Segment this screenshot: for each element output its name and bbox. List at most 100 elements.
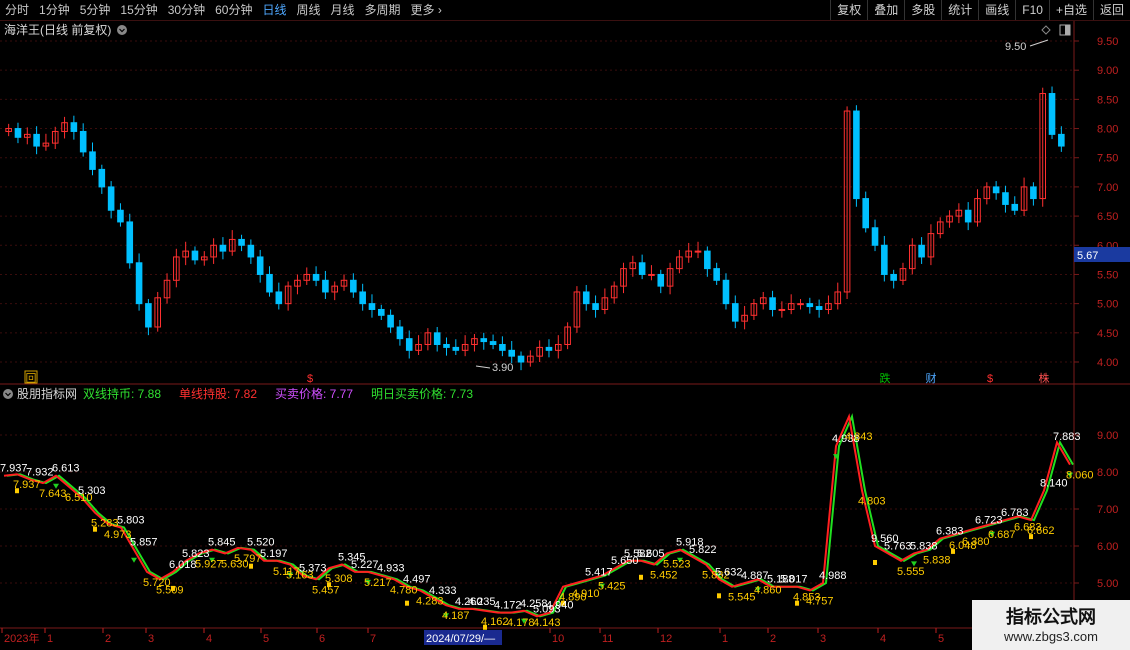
candle-body xyxy=(890,273,897,281)
candle-body xyxy=(992,186,1000,194)
indicator-value-label: 4.803 xyxy=(858,496,886,508)
price-axis-label: 8.50 xyxy=(1097,94,1118,106)
candle-body xyxy=(350,279,357,293)
candle-body xyxy=(769,297,776,310)
signal-arrow xyxy=(717,593,721,599)
candle-body xyxy=(582,291,590,305)
low-annotation: 3.90 xyxy=(492,362,513,374)
price-axis-label: 8.00 xyxy=(1097,124,1118,136)
candle-body xyxy=(862,198,870,229)
candle-body xyxy=(33,133,40,147)
indicator-value-label: 6.687 xyxy=(988,529,1016,541)
stock-chart[interactable]: 7.9377.9377.9327.6436.6136.5105.3035.283… xyxy=(0,0,1130,650)
signal-arrow xyxy=(873,560,877,565)
price-axis-label: 7.00 xyxy=(1097,182,1118,194)
indicator-axis: 9.00 8.00 7.00 6.00 5.00 xyxy=(1074,430,1118,590)
candle-body xyxy=(508,349,516,357)
date-axis-label: 12 xyxy=(660,633,672,645)
candle-body xyxy=(731,303,739,322)
signal-arrow xyxy=(639,574,643,580)
signal-arrow xyxy=(131,557,137,563)
event-marker[interactable]: 财 xyxy=(926,371,937,385)
chart-title-dropdown-icon[interactable] xyxy=(117,25,127,35)
candle-body xyxy=(918,244,925,258)
date-axis-label: 1 xyxy=(722,633,728,645)
date-axis-label: 1 xyxy=(47,633,53,645)
date-axis-label: 5 xyxy=(938,633,944,645)
candle-body xyxy=(853,110,860,200)
date-axis-label: 2 xyxy=(770,633,776,645)
indicator-value-label: 5.373 xyxy=(299,563,327,575)
indicator-value-label: 5.822 xyxy=(689,544,717,556)
indicator-value-label: 5.857 xyxy=(130,537,158,549)
indicator-value-label: 8.060 xyxy=(1066,470,1094,482)
event-marker[interactable]: 回 xyxy=(26,372,37,385)
indicator-value-label: 7.937 xyxy=(13,479,41,491)
date-axis-label: 10 xyxy=(552,633,564,645)
indicator-value-label: 5.017 xyxy=(780,574,808,586)
event-markers: 回 $ 跌 财 $ 株 xyxy=(24,370,1050,385)
price-axis-label: 6.50 xyxy=(1097,211,1118,223)
candle-body xyxy=(191,250,199,261)
candle-body xyxy=(704,250,711,270)
event-marker[interactable]: $ xyxy=(307,373,313,385)
candle-body xyxy=(694,250,702,253)
event-marker[interactable]: 跌 xyxy=(880,371,891,385)
date-axis-label: 2 xyxy=(105,633,111,645)
event-marker[interactable]: 株 xyxy=(1039,371,1050,385)
indicator-value-label: 4.235 xyxy=(468,596,496,608)
candle-body xyxy=(107,186,115,211)
candle-body xyxy=(14,128,22,138)
indicator-value-label: 5.838 xyxy=(923,555,951,567)
price-axis-label: 7.50 xyxy=(1097,153,1118,165)
candle-body xyxy=(443,343,450,348)
indicator-legend: 双线持币: 7.88 单线持股: 7.82 买卖价格: 7.77 明日买卖价格: 7.… xyxy=(83,386,473,401)
candle-body xyxy=(433,332,441,345)
candle-body xyxy=(377,308,385,316)
price-axis-label: 5.00 xyxy=(1097,299,1118,311)
indicator-value-label: 6.380 xyxy=(962,536,990,548)
candle-body xyxy=(499,343,506,351)
date-axis: 2023年 1 2 3 4 5 6 7 2024/07/29/— 10 11 12 1 2 3 4 5 xyxy=(1,628,944,645)
indicator-value-label: 5.452 xyxy=(650,570,678,582)
event-marker[interactable]: $ xyxy=(987,373,993,385)
date-axis-label: 5 xyxy=(263,633,269,645)
candle-body xyxy=(638,262,646,275)
signal-arrow xyxy=(405,600,409,606)
indicator-value-label: 5.927 xyxy=(195,558,223,570)
indicator-value-label: 5.217 xyxy=(364,577,392,589)
candle-body xyxy=(266,273,273,293)
indicator-legend-item: 明日买卖价格: 7.73 xyxy=(371,386,473,401)
date-axis-label: 4 xyxy=(880,633,886,645)
indicator-value-label: 5.523 xyxy=(663,558,691,570)
price-axis-label: 9.50 xyxy=(1097,36,1118,48)
candle-body xyxy=(517,355,525,363)
indicator-value-label: 5.303 xyxy=(78,485,106,497)
indicator-dropdown-icon[interactable] xyxy=(3,389,13,399)
price-axis-label: 5.50 xyxy=(1097,269,1118,281)
indicator-value-label: 5.509 xyxy=(156,584,184,596)
date-axis-label: 3 xyxy=(820,633,826,645)
indicator-value-label: 4.283 xyxy=(416,595,444,607)
indicator-value-label: 5.425 xyxy=(598,581,626,593)
candle-body xyxy=(98,168,106,188)
indicator-value-label: 8.140 xyxy=(1040,478,1068,490)
indicator-value-label: 7.932 xyxy=(26,466,54,478)
candle-body xyxy=(275,291,283,305)
indicator-value-label: 5.227 xyxy=(351,559,379,571)
candle-body xyxy=(871,227,879,246)
candle-body xyxy=(778,308,786,311)
candle-body xyxy=(648,273,655,276)
indicator-value-label: 4.497 xyxy=(403,574,431,586)
indicator-value-label: 6.383 xyxy=(936,526,964,538)
candle-body xyxy=(405,338,413,351)
indicator-value-label: 4.333 xyxy=(429,585,457,597)
candle-body xyxy=(881,244,888,275)
indicator-value-label: 4.172 xyxy=(494,600,522,612)
candle-body xyxy=(145,303,152,328)
date-axis-label: 2023年 xyxy=(4,631,39,645)
indicator-value-label: 4.887 xyxy=(741,570,769,582)
candle-body xyxy=(359,291,366,305)
price-axis-label: 4.50 xyxy=(1097,328,1118,340)
indicator-value-label: 4.757 xyxy=(806,595,834,607)
